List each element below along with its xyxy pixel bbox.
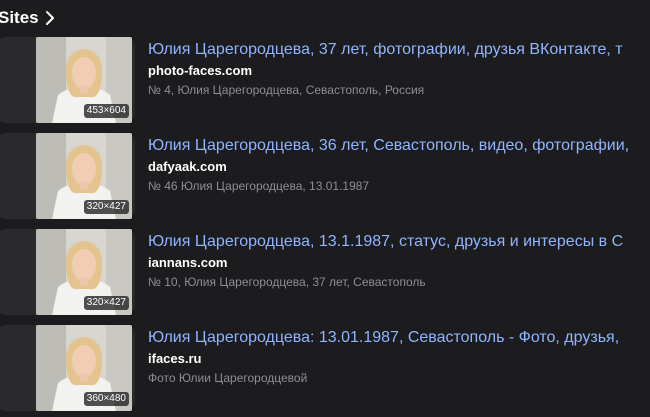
result-title-link[interactable]: Юлия Царегородцева, 13.1.1987, статус, д…: [148, 231, 650, 253]
result-item: 360×480 Юлия Царегородцева: 13.01.1987, …: [0, 325, 650, 417]
result-thumbnail[interactable]: 320×427: [36, 229, 132, 315]
result-item: 320×427 Юлия Царегородцева, 36 лет, Сева…: [0, 133, 650, 229]
result-domain-link[interactable]: photo-faces.com: [148, 62, 650, 80]
image-size-badge: 320×427: [83, 200, 129, 214]
image-size-badge: 320×427: [83, 296, 129, 310]
result-thumbnail[interactable]: 453×604: [36, 37, 132, 123]
result-item: 453×604 Юлия Царегородцева, 37 лет, фото…: [0, 37, 650, 133]
result-text: Юлия Царегородцева: 13.01.1987, Севастоп…: [148, 327, 650, 387]
result-text: Юлия Царегородцева, 37 лет, фотографии, …: [148, 39, 650, 99]
chevron-right-icon: [43, 9, 57, 27]
result-thumbnail[interactable]: 320×427: [36, 133, 132, 219]
result-description: № 10, Юлия Царегородцева, 37 лет, Севаст…: [148, 275, 426, 289]
result-description: № 4, Юлия Царегородцева, Севастополь, Ро…: [148, 83, 425, 97]
result-item: 320×427 Юлия Царегородцева, 13.1.1987, с…: [0, 229, 650, 325]
image-size-badge: 453×604: [83, 104, 129, 118]
result-title-link[interactable]: Юлия Царегородцева, 36 лет, Севастополь,…: [148, 135, 650, 157]
result-title-link[interactable]: Юлия Царегородцева: 13.01.1987, Севастоп…: [148, 327, 650, 349]
section-title: Sites: [0, 8, 39, 27]
result-description: Фото Юлии Царегородцевой: [148, 371, 308, 385]
result-domain-link[interactable]: iannans.com: [148, 254, 650, 272]
image-size-badge: 360×480: [83, 392, 129, 406]
result-domain-link[interactable]: ifaces.ru: [148, 350, 650, 368]
result-text: Юлия Царегородцева, 36 лет, Севастополь,…: [148, 135, 650, 195]
result-domain-link[interactable]: dafyaak.com: [148, 158, 650, 176]
sites-section-header[interactable]: Sites: [0, 6, 57, 30]
results-list: 453×604 Юлия Царегородцева, 37 лет, фото…: [0, 37, 650, 417]
result-description: № 46 Юлия Царегородцева, 13.01.1987: [148, 179, 370, 193]
search-results-page: Sites 453×604 Юлия Царегородцева, 37 лет…: [0, 0, 650, 417]
result-thumbnail[interactable]: 360×480: [36, 325, 132, 411]
result-text: Юлия Царегородцева, 13.1.1987, статус, д…: [148, 231, 650, 291]
result-title-link[interactable]: Юлия Царегородцева, 37 лет, фотографии, …: [148, 39, 650, 61]
